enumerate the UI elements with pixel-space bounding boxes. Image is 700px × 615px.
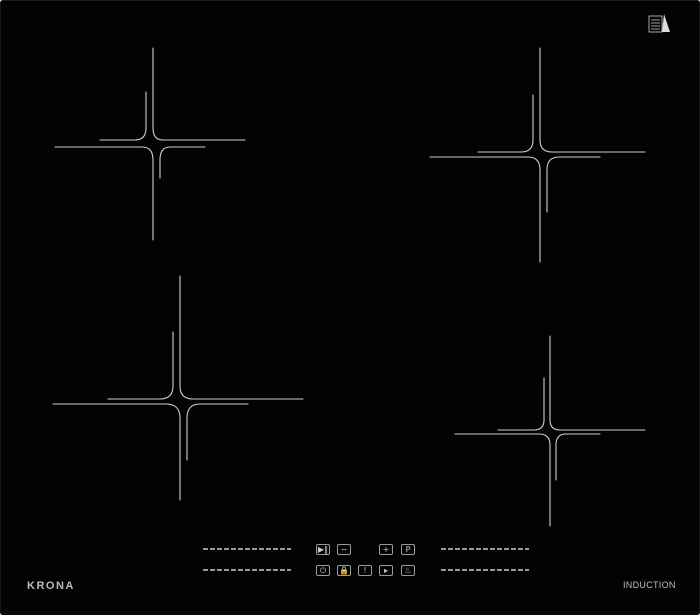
induction-hob-surface: .zl { stroke: #cfcfcf; stroke-width: 1.1… [0,0,700,615]
minus-button[interactable]: − [337,544,351,555]
power-level-bar-right-bottom[interactable] [441,569,529,571]
timer-button[interactable]: ! [358,565,372,576]
power-level-bar-right-top[interactable] [441,548,529,550]
lock-button[interactable]: 🔒 [337,565,351,576]
booster-button[interactable]: P [401,544,415,555]
brand-logo: KRONA [27,580,75,592]
power-level-bar-left-top[interactable] [203,548,291,550]
induction-label: INDUCTION [623,580,676,590]
boost-arrow-button[interactable]: ▸ [379,565,393,576]
hob-front-edge [0,611,700,615]
cooking-zone-top-left[interactable] [54,47,246,241]
power-level-bar-left-bottom[interactable] [203,569,291,571]
cooking-zone-bottom-right[interactable] [454,335,646,527]
cooking-zones: .zl { stroke: #cfcfcf; stroke-width: 1.1… [52,47,646,527]
keep-warm-button[interactable]: ♨ [401,565,415,576]
cooking-zone-top-right[interactable] [429,47,646,263]
plus-button[interactable]: + [379,544,393,555]
certification-logo-icon [648,14,670,33]
power-button[interactable]: ⏻ [316,565,330,576]
cooking-zone-bottom-left[interactable] [52,275,304,501]
pause-button[interactable]: ▶‖ [316,544,330,555]
